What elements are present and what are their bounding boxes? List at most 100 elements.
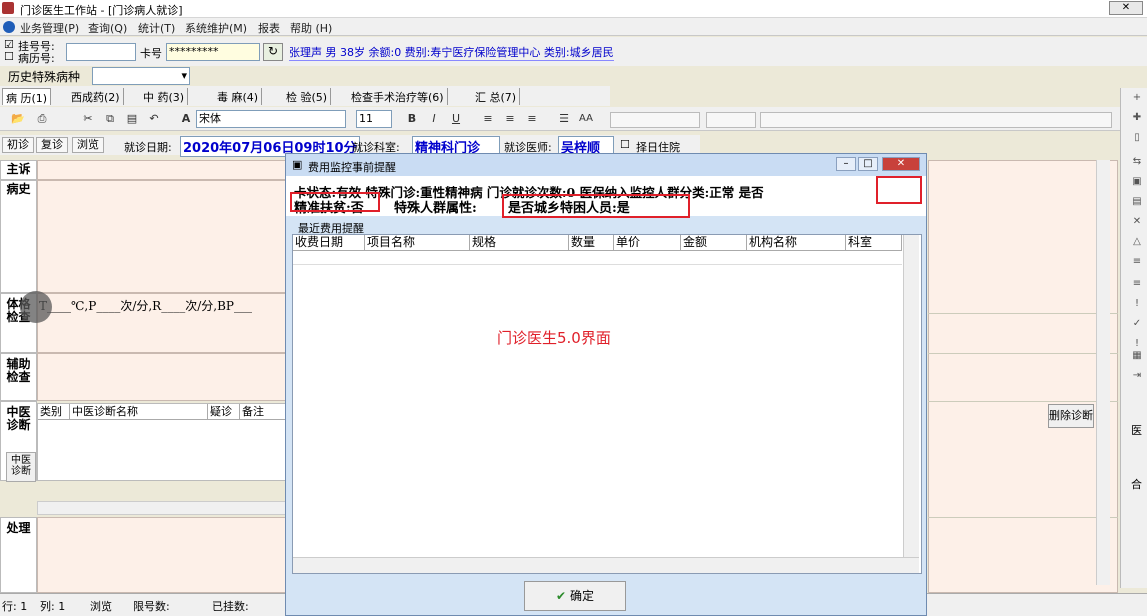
col-qty: 数量 [569,235,614,251]
doc-icon[interactable]: ▯ [1129,132,1145,148]
copy-icon[interactable]: ⧉ [102,111,118,127]
alert-icon[interactable]: ! [1129,298,1145,314]
grid-vertical-scrollbar[interactable] [903,235,919,557]
print-icon[interactable]: ⎙ [34,111,50,127]
card-input[interactable]: ********* [166,43,260,61]
delete-diagnosis-button[interactable]: 删除诊断 [1048,404,1094,428]
tcm-col-category: 类别 [38,404,70,420]
browse-button[interactable]: 浏览 [72,137,104,153]
paste-icon[interactable]: ▤ [124,111,140,127]
check-icon[interactable]: ✓ [1129,318,1145,334]
tab-summary[interactable]: 汇 总(7) [472,88,521,105]
font-color-icon[interactable]: AA [578,111,594,127]
menu-help[interactable]: 帮助 (H) [290,20,332,36]
status-browse: 浏览 [90,600,112,613]
menu-maintenance[interactable]: 系统维护(M) [185,20,247,36]
info-special-group: 特殊人群属性: [394,201,477,216]
open-icon[interactable]: 📂 [10,111,26,127]
align-right-icon[interactable]: ≡ [524,111,540,127]
save-icon[interactable]: ▣ [1129,176,1145,192]
patient-summary: 张理声 男 38岁 余额:0 费别:寿宁医疗保险管理中心 类别:城乡居民 [289,46,614,61]
menu-stats[interactable]: 统计(T) [138,20,175,36]
toolbar-field-3 [760,112,1112,128]
vitals-field[interactable]: T____℃,P____次/分,R____次/分,BP___ [37,293,287,353]
font-select[interactable]: 宋体 [196,110,346,128]
confirm-icon: ✔ [556,589,567,603]
chief-complaint-field[interactable] [37,160,287,180]
bold-icon[interactable]: B [404,111,420,127]
col-unit-price: 单价 [614,235,681,251]
print-record-icon[interactable]: ▦ [1129,350,1145,366]
joint-right-label: 合 [1131,478,1142,491]
minimize-button[interactable]: – [836,157,856,171]
menu-query[interactable]: 查询(Q) [88,20,127,36]
history-label: 历史特殊病种 [8,70,81,84]
maximize-button[interactable]: □ [858,157,878,171]
tab-chinese[interactable]: 中 药(3) [140,88,189,105]
menu-reports[interactable]: 报表 [258,20,280,36]
align-left-icon[interactable]: ≡ [480,111,496,127]
visit-row: 初诊 复诊 浏览 就诊日期: 2020年07月06日09时10分 就诊科室: 精… [0,135,700,157]
app-icon [2,2,14,14]
hospitalize-checkbox[interactable]: ☐ [620,138,630,151]
list-icon[interactable]: ☰ [556,111,572,127]
revisit-button[interactable]: 复诊 [36,137,68,153]
new-icon[interactable]: ✚ [1129,112,1145,128]
tab-lab[interactable]: 检 验(5) [283,88,332,105]
history-field[interactable] [37,180,287,293]
template-icon[interactable]: ≡ [1129,256,1145,272]
cut-icon[interactable]: ✂ [80,111,96,127]
table-row[interactable] [293,251,902,265]
dialog-close-button[interactable]: ✕ [882,157,920,171]
treatment-label: 处理 [0,517,37,593]
interface-watermark: 门诊医生5.0界面 [497,329,611,347]
reg-no-input[interactable] [66,43,136,61]
tab-record[interactable]: 病 历(1) [2,88,52,105]
history-section-label: 病史 [0,180,37,293]
col-item-name: 项目名称 [365,235,470,251]
toolbar-field-1 [610,112,700,128]
status-row: 行: 1 [2,600,28,613]
read-card-button[interactable]: ↻ [263,43,283,61]
export-icon[interactable]: ⇥ [1129,370,1145,386]
delete-icon[interactable]: ✕ [1129,216,1145,232]
close-window-button[interactable]: ✕ [1109,1,1143,15]
title-bar: 门诊医生工作站 - [门诊病人就诊] ✕ [0,0,1147,18]
ok-button[interactable]: ✔ 确定 [524,581,626,611]
aux-exam-label: 辅助检查 [0,353,37,401]
horizontal-scrollbar[interactable] [37,501,287,515]
move-icon[interactable]: ⇆ [1129,156,1145,172]
right-toolbar: + ✚ ▯ ⇆ ▣ ▤ ✕ △ ≡ ≡ ! ✓ ! ▦ ⇥ 医 合 [1120,88,1147,588]
underline-icon[interactable]: U [448,111,464,127]
record-no-checkbox[interactable]: ☐ [4,50,14,63]
tab-bar: 病 历(1) 西成药(2) 中 药(3) 毒 麻(4) 检 验(5) 检查手术治… [0,86,610,106]
first-visit-button[interactable]: 初诊 [2,137,34,153]
menu-business[interactable]: 业务管理(P) [20,20,79,36]
tcm-diagnosis-button[interactable]: 中医诊断 [6,452,36,482]
up-icon[interactable]: △ [1129,236,1145,252]
status-col: 列: 1 [40,600,66,613]
status-registered: 已挂数: [212,600,249,613]
visit-date-label: 就诊日期: [124,141,172,154]
divider-4 [928,517,1118,518]
treatment-field[interactable] [37,517,287,593]
add-icon[interactable]: + [1129,92,1145,108]
highlight-box-1 [290,192,380,212]
dialog-info-panel: 卡状态:有效 特殊门诊:重性精神病 门诊就诊次数:0 医保纳入监控人群分类:正常… [286,176,926,218]
undo-icon[interactable]: ↶ [146,111,162,127]
divider-2 [928,353,1118,354]
col-org-name: 机构名称 [747,235,846,251]
font-size-select[interactable]: 11 [356,110,392,128]
tab-narcotic[interactable]: 毒 麻(4) [214,88,263,105]
align-center-icon[interactable]: ≡ [502,111,518,127]
grid-horizontal-scrollbar[interactable] [293,557,919,573]
tcm-col-name: 中医诊断名称 [70,404,208,420]
aux-exam-field[interactable] [37,353,287,401]
tab-western[interactable]: 西成药(2) [68,88,124,105]
vertical-scrollbar[interactable] [1096,160,1110,585]
italic-icon[interactable]: I [426,111,442,127]
other-icon[interactable]: ≡ [1129,278,1145,294]
tab-exam[interactable]: 检查手术治疗等(6) [348,88,448,105]
history-select[interactable]: ▾ [92,67,190,85]
copy-record-icon[interactable]: ▤ [1129,196,1145,212]
